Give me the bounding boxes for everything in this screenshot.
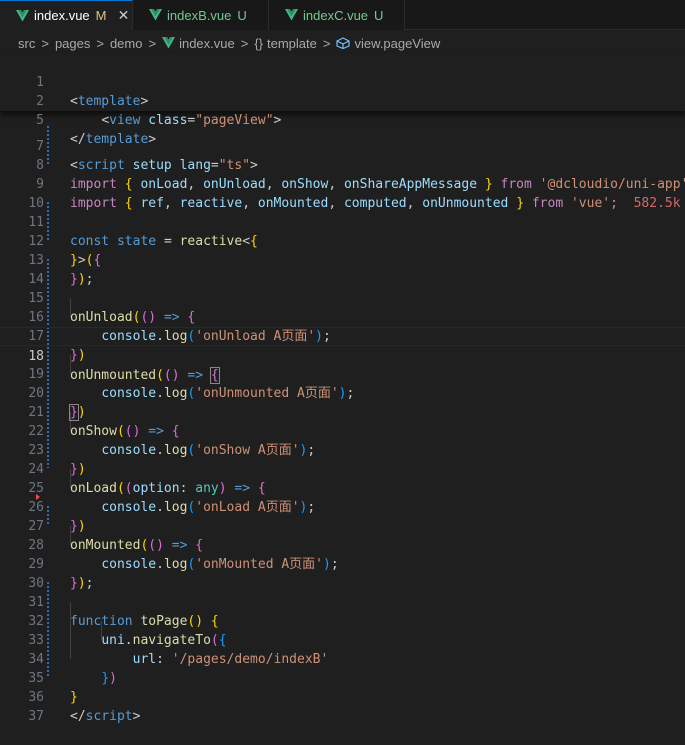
code-line: 24 onLoad((option: any) => {: [0, 441, 685, 496]
tab-index-vue[interactable]: index.vue M ✕: [0, 0, 133, 30]
vue-file-icon: [149, 9, 162, 21]
breadcrumb-separator: >: [41, 35, 49, 51]
code-line: 2 <view class="pageView">: [0, 73, 685, 128]
code-line: 23 }): [0, 422, 685, 477]
line-number: 37: [28, 709, 44, 724]
code-line: 14: [0, 251, 685, 287]
code-line: 12 }>({: [0, 213, 685, 268]
braces-icon: {}: [254, 35, 264, 51]
code-line: 36 </script>: [0, 669, 685, 724]
code-editor[interactable]: 1 <template> 2 <view class="pageView"> 5…: [0, 54, 685, 724]
code-line: 25 console.log('onLoad A页面');: [0, 460, 685, 515]
code-line: 1 <template>: [0, 54, 685, 109]
breadcrumb-template-label: template: [267, 35, 317, 51]
code-line: 13 });: [0, 232, 685, 287]
code-line: 28 console.log('onMounted A页面');: [0, 517, 685, 572]
code-line: 29 });: [0, 536, 685, 591]
code-line: 20 }): [0, 365, 685, 421]
code-line: 30: [0, 555, 685, 591]
code-token: class: [148, 113, 188, 128]
code-line: 22 console.log('onShow A页面');: [0, 403, 685, 458]
tab-label: indexB.vue: [167, 7, 232, 23]
modified-badge: M: [95, 8, 107, 23]
code-line: 17 }): [0, 308, 685, 363]
breadcrumb-file-label: index.vue: [179, 35, 235, 51]
code-line: 34 }): [0, 631, 685, 686]
breadcrumb-separator: >: [148, 35, 157, 51]
editor-tab-bar: index.vue M ✕ indexB.vue U indexC.vue U: [0, 0, 685, 30]
breadcrumb-item-file[interactable]: index.vue: [162, 36, 235, 51]
tab-label: index.vue: [34, 8, 90, 23]
code-token: template: [85, 132, 149, 147]
breadcrumb-view-label: view.pageView: [354, 35, 441, 51]
code-line: 27 onMounted(() => {: [0, 498, 685, 553]
breadcrumb-item-template[interactable]: {} template: [254, 36, 317, 51]
untracked-badge: U: [237, 7, 247, 23]
code-line-current: 18 onUnmounted(() => {: [0, 327, 685, 384]
breadcrumb: src > pages > demo > index.vue > {} temp…: [0, 31, 685, 55]
vue-file-icon: [16, 9, 29, 21]
tab-indexc-vue[interactable]: indexC.vue U: [269, 0, 405, 30]
line-number: 5: [36, 113, 44, 128]
code-line: 21 onShow(() => {: [0, 384, 685, 439]
sticky-scroll-header: 1 <template> 2 <view class="pageView"> 5…: [0, 54, 685, 147]
code-line: 11 const state = reactive<{: [0, 194, 685, 249]
code-line: 31 function toPage() {: [0, 574, 685, 629]
breadcrumb-separator: >: [96, 35, 104, 51]
code-line: 9 import { ref, reactive, onMounted, com…: [0, 156, 685, 211]
untracked-badge: U: [374, 7, 384, 23]
vue-file-icon: [162, 37, 176, 49]
code-token: view: [109, 113, 141, 128]
code-line: 15 onUnload(() => {: [0, 270, 685, 325]
code-token: script: [85, 709, 133, 724]
tab-indexb-vue[interactable]: indexB.vue U: [133, 0, 269, 30]
breadcrumb-item-view[interactable]: view.pageView: [336, 36, 440, 51]
element-icon: [336, 37, 351, 49]
code-line: 10: [0, 175, 685, 211]
code-line: 32 uni.navigateTo({: [0, 593, 685, 648]
code-line: 37: [0, 688, 685, 724]
code-token: "pageView": [195, 113, 274, 128]
code-line: 35 }: [0, 650, 685, 705]
close-tab-icon[interactable]: ✕: [117, 7, 131, 24]
code-line: 26 }): [0, 479, 685, 534]
breadcrumb-item-pages[interactable]: pages: [55, 36, 90, 51]
code-line: 33 url: '/pages/demo/indexB': [0, 612, 685, 667]
tab-label: indexC.vue: [303, 7, 369, 23]
code-line: 19 console.log('onUnmounted A页面');: [0, 346, 685, 401]
vue-file-icon: [285, 9, 298, 21]
breadcrumb-separator: >: [240, 35, 249, 51]
breadcrumb-item-demo[interactable]: demo: [110, 36, 143, 51]
code-line: 5 </template>: [0, 92, 685, 147]
breadcrumb-separator: >: [322, 35, 331, 51]
breadcrumb-item-src[interactable]: src: [18, 36, 35, 51]
code-line: 16 console.log('onUnload A页面');: [0, 289, 685, 344]
